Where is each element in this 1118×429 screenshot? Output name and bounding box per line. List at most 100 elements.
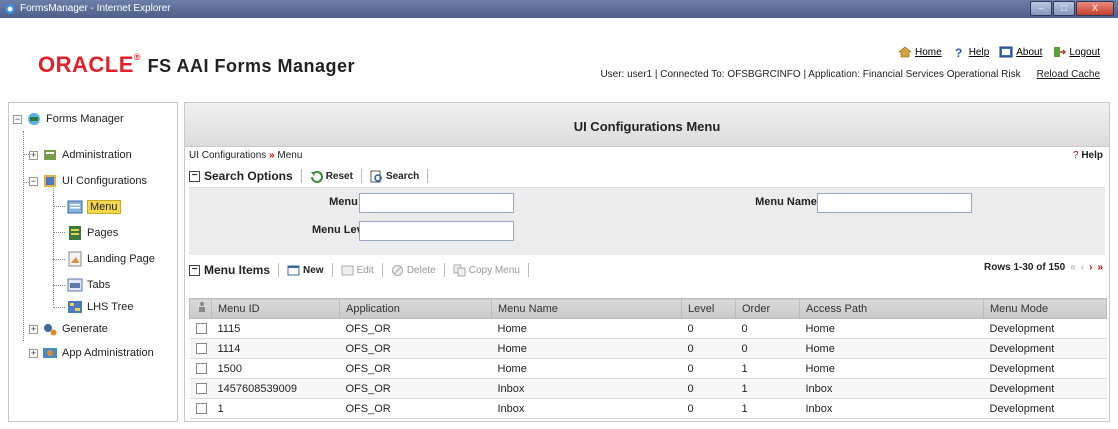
tree-item-label: Forms Manager — [46, 113, 124, 125]
app-header: ORACLE® FS AAI Forms Manager Home ? Help… — [8, 20, 1110, 94]
copy-menu-button[interactable]: Copy Menu — [453, 264, 520, 277]
menu-items-table: Menu ID Application Menu Name Level Orde… — [189, 298, 1107, 419]
column-header-access-path[interactable]: Access Path — [799, 298, 984, 319]
menu-name-label: Menu Name? — [714, 196, 829, 208]
help-link[interactable]: ? Help — [1073, 147, 1103, 165]
tree-item-app-administration[interactable]: + App Administration — [29, 345, 154, 361]
edit-button[interactable]: Edit — [341, 264, 374, 277]
breadcrumb-parent[interactable]: UI Configurations — [189, 150, 266, 161]
svg-text:?: ? — [955, 46, 962, 59]
search-panel: Menu ID? Menu Name? Menu Level? — [189, 187, 1105, 255]
next-page-button[interactable]: › — [1089, 262, 1092, 273]
cell-access-path: Home — [799, 358, 984, 379]
help-icon: ? — [955, 46, 962, 59]
cell-order: 1 — [735, 398, 800, 419]
internet-explorer-icon — [5, 4, 15, 14]
select-all-icon — [199, 302, 205, 312]
tree-item-label: UI Configurations — [62, 175, 147, 187]
tree-expand-toggle[interactable]: + — [29, 150, 38, 160]
tree-item-administration[interactable]: + Administration — [29, 147, 132, 163]
column-header-menu-id[interactable]: Menu ID — [211, 298, 340, 319]
tree-collapse-toggle[interactable]: − — [13, 114, 22, 124]
logout-link[interactable]: Logout — [1052, 45, 1100, 59]
cell-level: 0 — [681, 338, 736, 359]
first-page-button[interactable]: « — [1070, 262, 1076, 273]
cell-menu-name: Home — [491, 358, 682, 379]
reset-button[interactable]: Reset — [310, 170, 353, 183]
menu-level-input[interactable] — [359, 221, 514, 241]
reload-cache-link[interactable]: Reload Cache — [1037, 69, 1100, 80]
cell-menu-id: 1115 — [211, 318, 340, 339]
cell-access-path: Inbox — [799, 378, 984, 399]
table-row[interactable]: 1457608539009 OFS_OR Inbox 0 1 Inbox Developme… — [189, 378, 1107, 399]
page-title: UI Configurations Menu — [185, 103, 1109, 147]
row-checkbox[interactable] — [195, 403, 207, 415]
menu-name-input[interactable] — [817, 193, 972, 213]
tree-item-pages[interactable]: Pages — [67, 225, 118, 241]
new-button[interactable]: New — [287, 264, 324, 277]
tree-item-tabs[interactable]: Tabs — [67, 277, 110, 293]
delete-button[interactable]: Delete — [391, 264, 436, 277]
row-checkbox[interactable] — [195, 363, 207, 375]
help-label: Help — [1081, 150, 1103, 161]
select-all-header[interactable] — [189, 298, 212, 319]
tabs-icon — [67, 278, 83, 292]
row-select-cell — [189, 358, 212, 379]
table-row[interactable]: 1500 OFS_OR Home 0 1 Home Development — [189, 358, 1107, 379]
row-checkbox[interactable] — [195, 343, 207, 355]
about-icon — [999, 46, 1013, 58]
maximize-button[interactable]: □ — [1053, 1, 1075, 16]
row-checkbox[interactable] — [195, 323, 207, 335]
window-title: FormsManager - Internet Explorer — [20, 3, 171, 14]
minimize-button[interactable]: – — [1030, 1, 1052, 16]
tree-item-menu[interactable]: Menu — [67, 199, 121, 215]
about-link[interactable]: About — [999, 45, 1042, 59]
row-checkbox[interactable] — [195, 383, 207, 395]
cell-menu-name: Inbox — [491, 378, 682, 399]
tree-item-landing-page[interactable]: Landing Page — [67, 251, 155, 267]
landing-page-icon — [68, 251, 82, 267]
logout-icon — [1054, 47, 1067, 57]
column-header-application[interactable]: Application — [339, 298, 492, 319]
row-select-cell — [189, 378, 212, 399]
column-header-level[interactable]: Level — [681, 298, 736, 319]
help-link-top[interactable]: ? Help — [952, 45, 990, 59]
tree-expand-toggle[interactable]: + — [29, 324, 38, 334]
cell-level: 0 — [681, 318, 736, 339]
registered-mark: ® — [133, 52, 142, 62]
table-row[interactable]: 1115 OFS_OR Home 0 0 Home Development — [189, 318, 1107, 339]
cell-access-path: Home — [799, 318, 984, 339]
pagination: Rows 1-30 of 150 « ‹ › » — [984, 262, 1103, 273]
collapse-items-icon[interactable]: − — [189, 264, 200, 276]
reset-icon — [310, 170, 323, 183]
column-header-menu-name[interactable]: Menu Name — [491, 298, 682, 319]
tree-item-lhs-tree[interactable]: LHS Tree — [67, 299, 133, 315]
search-button[interactable]: Search — [370, 170, 419, 183]
cell-order: 0 — [735, 338, 800, 359]
table-row[interactable]: 1 OFS_OR Inbox 0 1 Inbox Development — [189, 398, 1107, 419]
collapse-search-icon[interactable]: − — [189, 170, 200, 182]
last-page-button[interactable]: » — [1097, 262, 1103, 273]
cell-application: OFS_OR — [339, 358, 492, 379]
administration-icon — [44, 150, 56, 160]
previous-page-button[interactable]: ‹ — [1081, 262, 1084, 273]
cell-menu-mode: Development — [983, 318, 1107, 339]
table-row[interactable]: 1114 OFS_OR Home 0 0 Home Development — [189, 338, 1107, 359]
copy-icon — [453, 264, 466, 276]
home-link[interactable]: Home — [898, 45, 942, 59]
tree-item-forms-manager[interactable]: − Forms Manager — [13, 111, 124, 127]
tree-item-label: Generate — [62, 323, 108, 335]
tree-expand-toggle[interactable]: + — [29, 348, 38, 358]
close-button[interactable]: X — [1076, 1, 1114, 16]
tree-item-ui-configurations[interactable]: − UI Configurations — [29, 173, 147, 189]
column-header-menu-mode[interactable]: Menu Mode — [983, 298, 1107, 319]
tree-item-generate[interactable]: + Generate — [29, 321, 108, 337]
tree-collapse-toggle[interactable]: − — [29, 176, 38, 186]
column-header-order[interactable]: Order — [735, 298, 800, 319]
row-select-cell — [189, 398, 212, 419]
copy-menu-label: Copy Menu — [468, 264, 520, 276]
help-question-icon: ? — [1072, 150, 1079, 161]
menu-id-input[interactable] — [359, 193, 514, 213]
cell-application: OFS_OR — [339, 378, 492, 399]
cell-menu-mode: Development — [983, 378, 1107, 399]
